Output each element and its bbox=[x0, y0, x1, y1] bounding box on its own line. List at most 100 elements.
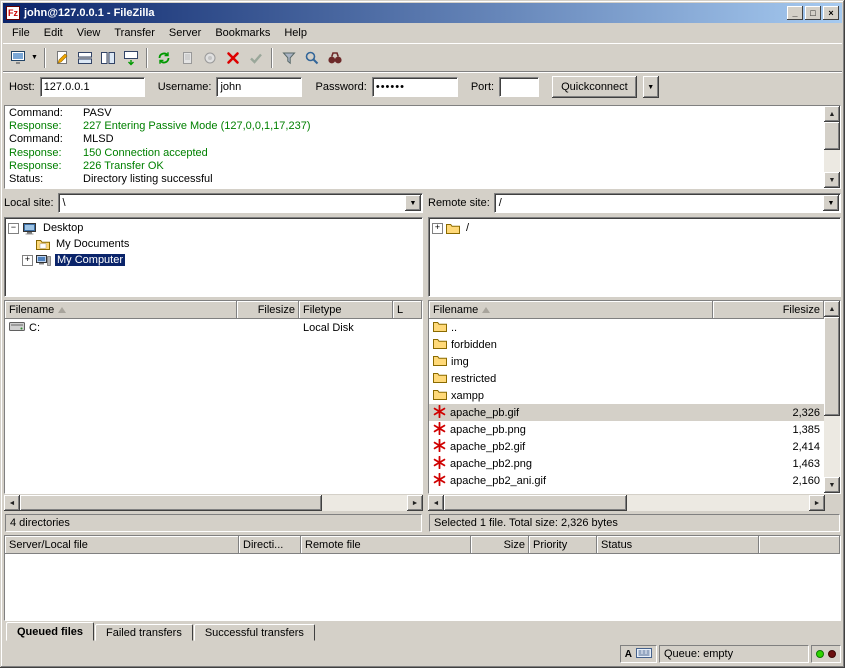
site-manager-dropdown[interactable]: ▼ bbox=[29, 47, 40, 69]
scroll-down-icon[interactable]: ▼ bbox=[824, 172, 840, 188]
tree-item-my-computer[interactable]: + My Computer bbox=[6, 252, 421, 268]
scroll-left-icon[interactable]: ◄ bbox=[4, 495, 20, 511]
remote-file-row[interactable]: apache_pb2.png 1,463 bbox=[429, 455, 824, 472]
scroll-down-icon[interactable]: ▼ bbox=[824, 477, 840, 493]
toggle-local-treeview-button[interactable] bbox=[73, 47, 96, 69]
toggle-remote-treeview-button[interactable] bbox=[96, 47, 119, 69]
compare-button[interactable] bbox=[300, 47, 323, 69]
quickconnect-button[interactable]: Quickconnect bbox=[552, 76, 637, 98]
expand-icon[interactable]: + bbox=[432, 223, 443, 234]
menu-edit[interactable]: Edit bbox=[37, 25, 70, 41]
scroll-thumb[interactable] bbox=[824, 317, 840, 416]
port-input[interactable] bbox=[499, 77, 539, 97]
toggle-transfer-queue-button[interactable] bbox=[119, 47, 142, 69]
remote-file-row[interactable]: apache_pb2.gif 2,414 bbox=[429, 438, 824, 455]
scroll-thumb[interactable] bbox=[20, 495, 322, 511]
remote-file-row[interactable]: apache_pb.png 1,385 bbox=[429, 421, 824, 438]
column-header-filesize[interactable]: Filesize bbox=[237, 301, 299, 319]
remote-file-row[interactable]: forbidden bbox=[429, 336, 824, 353]
filter-button[interactable] bbox=[277, 47, 300, 69]
remote-site-row: Remote site: / ▼ bbox=[428, 192, 841, 214]
host-input[interactable] bbox=[40, 77, 145, 97]
preview-icon bbox=[202, 50, 218, 66]
chevron-down-icon[interactable]: ▼ bbox=[405, 195, 421, 211]
remote-vertical-scrollbar[interactable]: ▲ ▼ bbox=[824, 301, 840, 493]
remote-list-body[interactable]: .. forbidden img restricted bbox=[429, 319, 824, 493]
remote-file-list: Filename Filesize .. forbidden bbox=[428, 300, 841, 494]
window-title: john@127.0.0.1 - FileZilla bbox=[24, 7, 783, 19]
binary-mode-icon bbox=[636, 648, 652, 661]
disconnect-button[interactable] bbox=[244, 47, 267, 69]
expand-icon[interactable]: + bbox=[22, 255, 33, 266]
log-vertical-scrollbar[interactable]: ▲ ▼ bbox=[824, 106, 840, 188]
local-list-body[interactable]: C: Local Disk bbox=[5, 319, 422, 493]
menu-help[interactable]: Help bbox=[277, 25, 314, 41]
refresh-button[interactable] bbox=[152, 47, 175, 69]
column-header-filesize[interactable]: Filesize bbox=[713, 301, 824, 319]
queue-body[interactable] bbox=[5, 554, 840, 620]
username-input[interactable] bbox=[216, 77, 302, 97]
remote-file-row[interactable]: apache_pb2_ani.gif 2,160 bbox=[429, 472, 824, 489]
scroll-right-icon[interactable]: ► bbox=[407, 495, 423, 511]
remote-file-row[interactable]: img bbox=[429, 353, 824, 370]
menu-bookmarks[interactable]: Bookmarks bbox=[208, 25, 277, 41]
tree-item-desktop[interactable]: − Desktop bbox=[6, 220, 421, 236]
cancel-button[interactable] bbox=[221, 47, 244, 69]
scroll-up-icon[interactable]: ▲ bbox=[824, 106, 840, 122]
column-header-filename[interactable]: Filename bbox=[5, 301, 237, 319]
scroll-track[interactable] bbox=[824, 122, 840, 172]
remote-file-row[interactable]: .. bbox=[429, 319, 824, 336]
tree-item-root[interactable]: + / bbox=[430, 220, 839, 236]
remote-horizontal-scrollbar[interactable]: ◄ ► bbox=[428, 495, 841, 511]
close-button[interactable]: × bbox=[823, 6, 839, 20]
local-horizontal-scrollbar[interactable]: ◄ ► bbox=[4, 495, 423, 511]
column-header-filetype[interactable]: Filetype bbox=[299, 301, 393, 319]
local-site-combo[interactable]: \ ▼ bbox=[58, 193, 423, 213]
filter-icon bbox=[281, 50, 297, 66]
scroll-track[interactable] bbox=[20, 495, 407, 511]
column-header-server-local-file[interactable]: Server/Local file bbox=[5, 536, 239, 554]
column-header-lastmodified[interactable]: L bbox=[393, 301, 422, 319]
maximize-button[interactable]: □ bbox=[805, 6, 821, 20]
column-header-status[interactable]: Status bbox=[597, 536, 759, 554]
local-file-row[interactable]: C: Local Disk bbox=[5, 319, 422, 336]
scroll-left-icon[interactable]: ◄ bbox=[428, 495, 444, 511]
scroll-track[interactable] bbox=[444, 495, 809, 511]
chevron-down-icon[interactable]: ▼ bbox=[823, 195, 839, 211]
tab-successful-transfers[interactable]: Successful transfers bbox=[194, 624, 315, 641]
titlebar[interactable]: Fz john@127.0.0.1 - FileZilla _ □ × bbox=[3, 3, 842, 23]
quickconnect-dropdown[interactable]: ▼ bbox=[643, 76, 659, 98]
menu-file[interactable]: File bbox=[5, 25, 37, 41]
local-list-header: Filename Filesize Filetype L bbox=[5, 301, 422, 319]
column-header-direction[interactable]: Directi... bbox=[239, 536, 301, 554]
scroll-track[interactable] bbox=[824, 317, 840, 477]
process-queue-button[interactable] bbox=[175, 47, 198, 69]
remote-file-row[interactable]: xampp bbox=[429, 387, 824, 404]
column-header-filename[interactable]: Filename bbox=[429, 301, 713, 319]
tab-queued-files[interactable]: Queued files bbox=[6, 622, 94, 641]
collapse-icon[interactable]: − bbox=[8, 223, 19, 234]
menu-transfer[interactable]: Transfer bbox=[107, 25, 162, 41]
scroll-right-icon[interactable]: ► bbox=[809, 495, 825, 511]
tree-item-my-documents[interactable]: My Documents bbox=[6, 236, 421, 252]
remote-file-row[interactable]: restricted bbox=[429, 370, 824, 387]
log-line: Command:PASV bbox=[9, 107, 820, 120]
menu-server[interactable]: Server bbox=[162, 25, 208, 41]
site-manager-button[interactable] bbox=[6, 47, 29, 69]
quickconnect-bar: Host: Username: Password: Port: Quickcon… bbox=[3, 71, 842, 102]
menu-view[interactable]: View bbox=[70, 25, 108, 41]
column-header-size[interactable]: Size bbox=[471, 536, 529, 554]
minimize-button[interactable]: _ bbox=[787, 6, 803, 20]
scroll-thumb[interactable] bbox=[824, 122, 840, 150]
preview-button[interactable] bbox=[198, 47, 221, 69]
find-button[interactable] bbox=[323, 47, 346, 69]
scroll-up-icon[interactable]: ▲ bbox=[824, 301, 840, 317]
remote-site-combo[interactable]: / ▼ bbox=[494, 193, 841, 213]
remote-file-row-selected[interactable]: apache_pb.gif 2,326 bbox=[429, 404, 824, 421]
scroll-thumb[interactable] bbox=[444, 495, 627, 511]
tab-failed-transfers[interactable]: Failed transfers bbox=[95, 624, 193, 641]
column-header-remote-file[interactable]: Remote file bbox=[301, 536, 471, 554]
toggle-message-log-button[interactable] bbox=[50, 47, 73, 69]
password-input[interactable] bbox=[372, 77, 458, 97]
column-header-priority[interactable]: Priority bbox=[529, 536, 597, 554]
